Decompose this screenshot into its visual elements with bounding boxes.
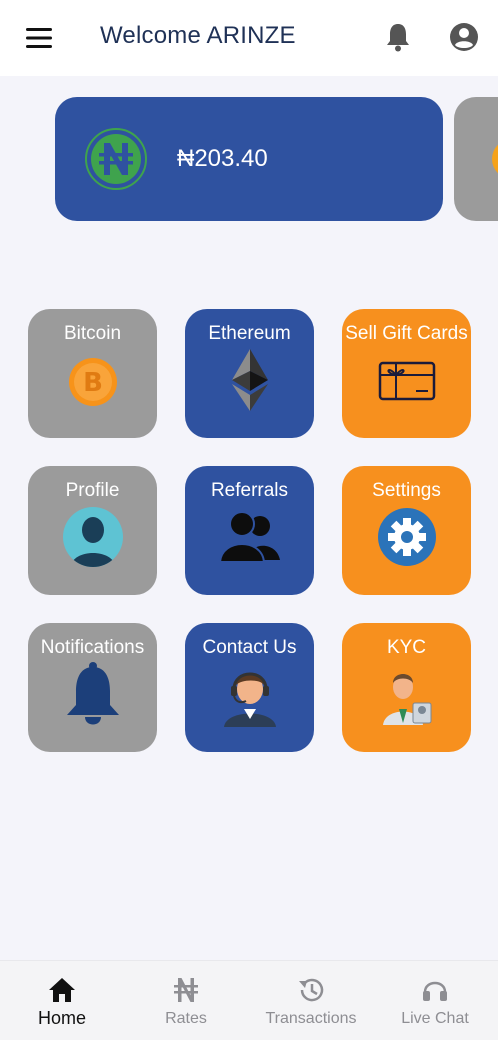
nav-label-transactions: Transactions bbox=[265, 1010, 357, 1027]
tile-label: Sell Gift Cards bbox=[345, 323, 468, 344]
tile-kyc[interactable]: KYC bbox=[342, 623, 471, 752]
naira-coin-icon bbox=[85, 128, 147, 190]
tile-label: Bitcoin bbox=[63, 323, 122, 344]
bitcoin-coin-icon bbox=[492, 139, 498, 179]
nav-label-live-chat: Live Chat bbox=[401, 1010, 469, 1027]
nav-transactions[interactable]: Transactions bbox=[249, 961, 373, 1040]
nav-rates[interactable]: Rates bbox=[124, 961, 248, 1040]
naira-wallet-card[interactable]: ₦203.40 bbox=[55, 97, 443, 221]
nav-label-home: Home bbox=[37, 1008, 86, 1028]
tile-settings[interactable]: Settings bbox=[342, 466, 471, 595]
nav-live-chat[interactable]: Live Chat bbox=[373, 961, 497, 1040]
bell-icon bbox=[66, 662, 119, 725]
profile-icon bbox=[62, 507, 123, 567]
tile-label: Ethereum bbox=[208, 323, 291, 344]
history-icon bbox=[299, 978, 324, 1002]
tile-profile[interactable]: Profile bbox=[28, 466, 157, 595]
naira-icon bbox=[174, 978, 198, 1002]
next-wallet-card[interactable] bbox=[454, 97, 498, 221]
bitcoin-icon: B bbox=[68, 358, 117, 406]
tile-bitcoin[interactable]: Bitcoin B bbox=[28, 309, 157, 438]
nav-home[interactable]: Home bbox=[0, 961, 124, 1040]
support-agent-icon bbox=[223, 672, 276, 727]
bottom-navigation: Home Rates Transactions Live Chat bbox=[0, 960, 498, 1040]
tile-notifications[interactable]: Notifications bbox=[28, 623, 157, 752]
tile-label: Settings bbox=[372, 480, 441, 501]
tile-label: Profile bbox=[65, 480, 120, 501]
svg-text:B: B bbox=[83, 368, 103, 398]
kyc-person-icon bbox=[382, 674, 431, 725]
account-circle-icon[interactable] bbox=[449, 22, 479, 52]
tile-ethereum[interactable]: Ethereum bbox=[185, 309, 314, 438]
referrals-icon bbox=[218, 511, 280, 562]
notifications-bell-icon[interactable] bbox=[384, 22, 412, 52]
tile-referrals[interactable]: Referrals bbox=[185, 466, 314, 595]
home-icon bbox=[49, 978, 75, 1002]
hamburger-menu-icon[interactable] bbox=[26, 27, 52, 49]
wallet-balance: ₦203.40 bbox=[177, 145, 268, 172]
tile-label: Notifications bbox=[40, 637, 145, 658]
headset-icon bbox=[423, 981, 447, 1001]
top-app-bar: Welcome ARINZE bbox=[0, 0, 498, 76]
tile-label: Contact Us bbox=[202, 637, 297, 658]
ethereum-icon bbox=[231, 349, 268, 411]
tile-label: Referrals bbox=[210, 480, 289, 501]
tile-sell-gift-cards[interactable]: Sell Gift Cards bbox=[342, 309, 471, 438]
nav-label-rates: Rates bbox=[165, 1010, 207, 1027]
gift-card-icon bbox=[378, 361, 435, 401]
tile-contact-us[interactable]: Contact Us bbox=[185, 623, 314, 752]
welcome-title: Welcome ARINZE bbox=[100, 22, 296, 49]
settings-gear-icon bbox=[377, 508, 436, 566]
tile-label: KYC bbox=[386, 637, 427, 658]
